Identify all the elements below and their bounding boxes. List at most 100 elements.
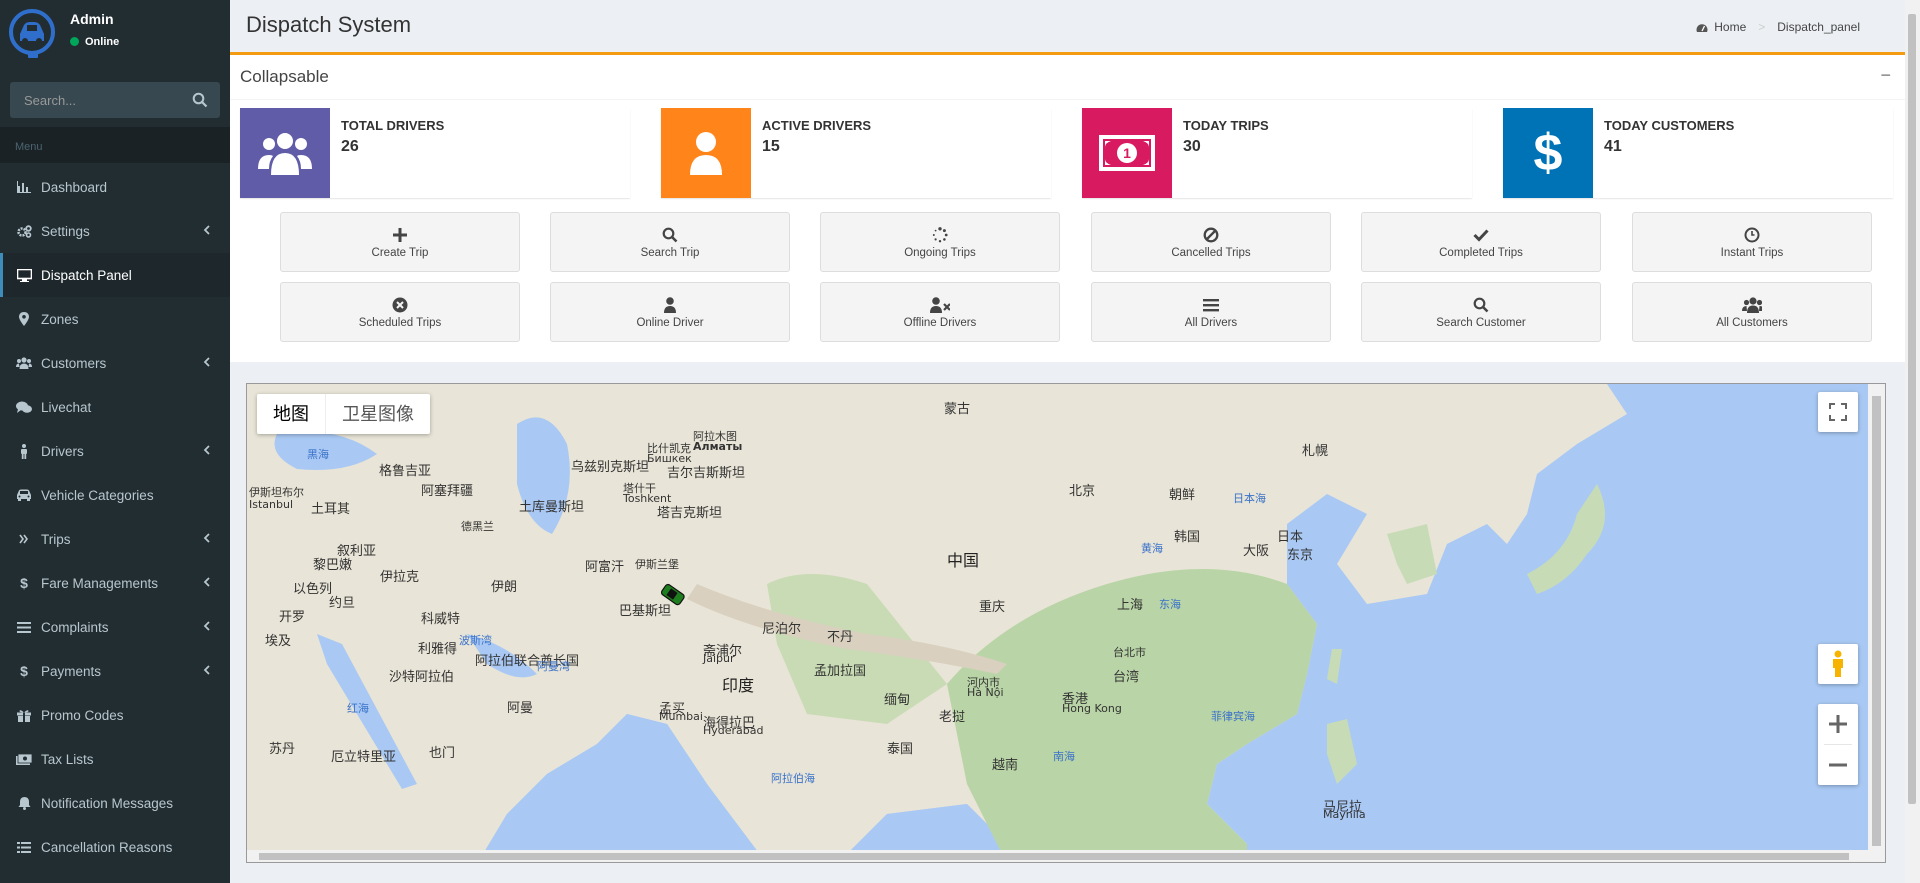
scrollbar-thumb[interactable] [1908, 14, 1916, 804]
create-trip-button[interactable]: Create Trip [280, 212, 520, 272]
search-icon[interactable] [192, 92, 208, 108]
map-label: 重庆 [979, 600, 1006, 615]
sidebar-item-customers[interactable]: Customers [0, 341, 230, 385]
info-box-active-drivers: ACTIVE DRIVERS 15 [661, 108, 1051, 198]
sidebar-item-label: Fare Managements [41, 575, 159, 591]
search-trip-button[interactable]: Search Trip [550, 212, 790, 272]
map-label: 科威特 [421, 612, 461, 627]
map-type-satellite-button[interactable]: 卫星图像 [325, 394, 430, 434]
box-divider [230, 99, 1905, 100]
map-type-control: 地图 卫星图像 [257, 394, 430, 434]
map-label: 苏丹 [269, 742, 296, 757]
online-driver-button[interactable]: Online Driver [550, 282, 790, 342]
street-view-button[interactable] [1818, 644, 1858, 684]
users-icon [240, 108, 330, 198]
ongoing-trips-button[interactable]: Ongoing Trips [820, 212, 1060, 272]
search-input[interactable] [10, 82, 180, 118]
sidebar-item-label: Promo Codes [41, 707, 124, 723]
list-icon [16, 619, 32, 635]
user-times-icon [930, 295, 950, 315]
button-label: Search Trip [640, 247, 700, 259]
sidebar-item-fare-managements[interactable]: $ Fare Managements [0, 561, 230, 605]
map-label: 孟加拉国 [814, 664, 867, 679]
sidebar-item-complaints[interactable]: Complaints [0, 605, 230, 649]
sidebar-item-dispatch-panel[interactable]: Dispatch Panel [0, 253, 230, 297]
button-label: Scheduled Trips [358, 317, 442, 329]
map-label: 德黑兰 [461, 520, 494, 533]
completed-trips-button[interactable]: Completed Trips [1361, 212, 1601, 272]
chevron-left-icon [203, 577, 210, 587]
chevron-left-icon [203, 225, 210, 235]
search-customer-button[interactable]: Search Customer [1361, 282, 1601, 342]
map-label: 台湾 [1113, 670, 1140, 685]
button-label: Offline Drivers [903, 317, 977, 329]
map-label: 蒙古 [944, 402, 971, 417]
user-status: Online [70, 36, 119, 48]
all-drivers-button[interactable]: All Drivers [1091, 282, 1331, 342]
sidebar-item-promo-codes[interactable]: Promo Codes [0, 693, 230, 737]
sidebar-item-label: Customers [41, 355, 107, 371]
instant-trips-button[interactable]: Instant Trips [1632, 212, 1872, 272]
sidebar-item-trips[interactable]: Trips [0, 517, 230, 561]
sidebar-item-zones[interactable]: Zones [0, 297, 230, 341]
sidebar-item-label: Drivers [41, 443, 84, 459]
sidebar-item-dashboard[interactable]: Dashboard [0, 165, 230, 209]
desktop-icon [16, 267, 32, 283]
sidebar-item-settings[interactable]: Settings [0, 209, 230, 253]
sidebar-item-label: Notification Messages [41, 795, 174, 811]
zoom-out-button[interactable] [1818, 745, 1858, 785]
scrollbar-thumb[interactable] [1872, 396, 1881, 846]
chevron-left-icon [203, 621, 210, 631]
sidebar-item-label: Zones [41, 311, 79, 327]
plus-icon [1829, 715, 1847, 733]
zoom-in-button[interactable] [1818, 704, 1858, 744]
sidebar-item-notification-messages[interactable]: Notification Messages [0, 781, 230, 825]
sidebar-item-vehicle-categories[interactable]: Vehicle Categories [0, 473, 230, 517]
map-label-sea: 黑海 [307, 448, 329, 461]
button-label: Instant Trips [1720, 247, 1784, 259]
user-panel: Admin Online [0, 0, 230, 72]
collapse-button[interactable]: − [1880, 65, 1891, 86]
user-status-label: Online [85, 36, 120, 48]
button-label: Completed Trips [1439, 247, 1523, 259]
scheduled-trips-button[interactable]: Scheduled Trips [280, 282, 520, 342]
sidebar-item-tax-lists[interactable]: Tax Lists [0, 737, 230, 781]
map-label: Алматы [693, 440, 743, 453]
pegman-icon [1833, 650, 1843, 677]
map-label: 伊拉克 [380, 570, 420, 585]
scrollbar-thumb[interactable] [259, 853, 1849, 860]
map-label: 越南 [992, 758, 1019, 773]
map-vertical-scrollbar[interactable] [1868, 384, 1885, 862]
clock-icon [1742, 225, 1762, 245]
all-customers-button[interactable]: All Customers [1632, 282, 1872, 342]
map-label-sea: 阿拉伯海 [771, 772, 815, 785]
money-icon [16, 751, 32, 767]
spinner-icon [930, 225, 950, 245]
page-vertical-scrollbar[interactable] [1905, 0, 1920, 883]
map-label: 开罗 [279, 610, 306, 625]
bar-chart-icon [16, 179, 32, 195]
cancelled-trips-button[interactable]: Cancelled Trips [1091, 212, 1331, 272]
map-label: Hong Kong [1062, 702, 1122, 715]
map-type-map-button[interactable]: 地图 [257, 394, 325, 434]
offline-drivers-button[interactable]: Offline Drivers [820, 282, 1060, 342]
times-circle-icon [390, 295, 410, 315]
map-label: Jaipur [703, 652, 735, 665]
zoom-control [1818, 704, 1858, 785]
bell-icon [16, 795, 32, 811]
dispatch-map[interactable]: 中国 印度 蒙古 朝鲜 韩国 日本 东京 大阪 札幌 北京 上海 重庆 香港 H… [246, 383, 1886, 863]
sidebar-search [10, 82, 220, 118]
info-label: ACTIVE DRIVERS [762, 118, 872, 133]
map-terrain [247, 384, 1885, 862]
map-label: 约旦 [329, 596, 356, 611]
male-icon [16, 443, 32, 459]
breadcrumb-current: Dispatch_panel [1777, 20, 1860, 34]
sidebar-item-payments[interactable]: $ Payments [0, 649, 230, 693]
fullscreen-button[interactable] [1818, 392, 1858, 432]
info-box-today-trips: 1 TODAY TRIPS 30 [1082, 108, 1472, 198]
sidebar-item-livechat[interactable]: Livechat [0, 385, 230, 429]
map-horizontal-scrollbar[interactable] [247, 850, 1885, 862]
sidebar-item-cancellation-reasons[interactable]: Cancellation Reasons [0, 825, 230, 869]
breadcrumb-home[interactable]: Home [1714, 20, 1746, 34]
sidebar-item-drivers[interactable]: Drivers [0, 429, 230, 473]
